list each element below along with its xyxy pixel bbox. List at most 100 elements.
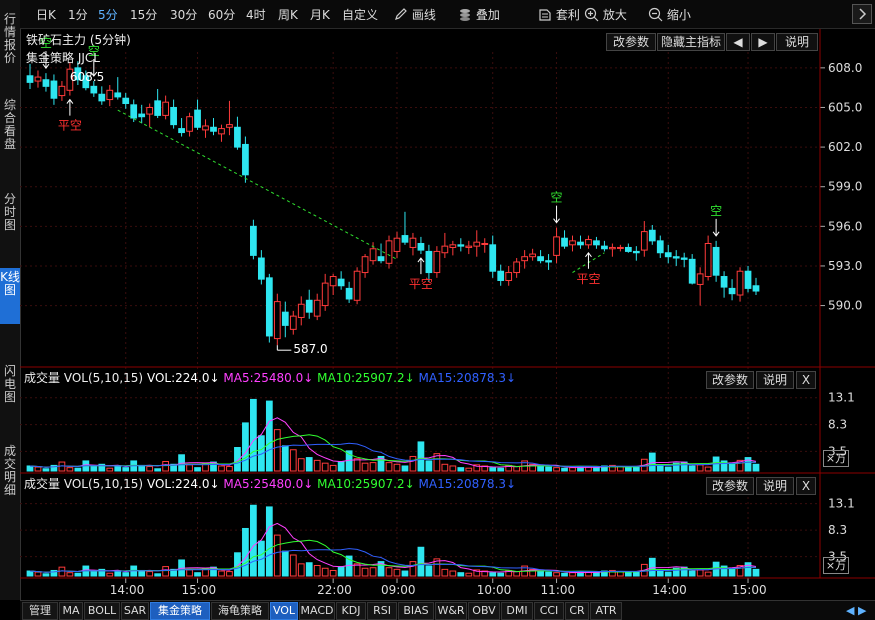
sub2-help-button[interactable]: 说明 [756, 477, 794, 495]
price-tick-label: 605.0 [828, 100, 862, 114]
overlay-button[interactable]: 叠加 [458, 6, 500, 23]
edit-params-button[interactable]: 改参数 [606, 33, 656, 51]
volume-bar [194, 467, 201, 472]
volume-bar [497, 572, 505, 577]
volume-bar [162, 460, 169, 472]
volume-bar [194, 572, 201, 577]
zoom-out-button[interactable]: 缩小 [648, 6, 691, 23]
sub1-edit-params-button[interactable]: 改参数 [706, 371, 754, 389]
arbitrage-button[interactable]: 套利 [538, 6, 580, 23]
indicator-tab-8[interactable]: KDJ [336, 602, 366, 620]
volume-bar [337, 566, 345, 577]
arbitrage-icon [539, 9, 551, 21]
candle-body [170, 106, 177, 126]
period-month[interactable]: 月K [310, 6, 330, 23]
volume-panel-2: 13.18.33.5 [20, 497, 855, 577]
indicator-tab-12[interactable]: OBV [468, 602, 500, 620]
help-button[interactable]: 说明 [776, 33, 818, 51]
indicator-tab-13[interactable]: DMI [501, 602, 533, 620]
sidebar-item-timeshare[interactable]: 分时图 [0, 190, 20, 241]
sidebar-item-kline[interactable]: K线图 [0, 268, 20, 324]
time-tick-label: 22:00 [317, 583, 352, 597]
period-1m[interactable]: 1分 [68, 6, 88, 23]
volume-bar [313, 565, 321, 577]
draw-line-button[interactable]: 画线 [394, 6, 436, 23]
indicator-tab-15[interactable]: CR [565, 602, 589, 620]
volume-bar [417, 546, 425, 577]
sub1-close-button[interactable]: X [796, 371, 816, 389]
indicator-tab-11[interactable]: W&R [435, 602, 467, 620]
volume-bar [321, 567, 329, 577]
volume-bar [361, 567, 369, 577]
candle-body [648, 229, 656, 242]
volume-bar [114, 570, 122, 577]
period-week[interactable]: 周K [278, 6, 298, 23]
indicator-tab-14[interactable]: CCI [534, 602, 564, 620]
volume-bar [74, 467, 82, 472]
indicator-tab-10[interactable]: BIAS [398, 602, 434, 620]
candle-body [345, 287, 353, 300]
volume-bar [449, 570, 457, 577]
volume-unit-label: ×万 [823, 557, 849, 574]
period-4h[interactable]: 4时 [246, 6, 266, 23]
period-5m[interactable]: 5分 [98, 6, 118, 23]
volume-legend-2: 成交量 VOL(5,10,15) VOL:224.0↓ MA5:25480.0↓… [24, 475, 516, 492]
volume-bar [146, 571, 154, 577]
candle-body [409, 237, 417, 248]
legend-ma15: MA15:20878.3↓ [418, 371, 517, 385]
candle-body [417, 242, 425, 251]
next-button[interactable]: ▶ [751, 33, 775, 51]
period-15m[interactable]: 15分 [130, 6, 157, 23]
sidebar-item-overview[interactable]: 综合看盘 [0, 96, 20, 162]
candle-body [553, 236, 560, 256]
legend-ma15: MA15:20878.3↓ [418, 477, 517, 491]
volume-bar [66, 572, 74, 577]
candle-body [130, 104, 138, 119]
volume-bar [369, 462, 377, 472]
time-tick-label: 14:00 [652, 583, 687, 597]
sidebar-item-flash[interactable]: 闪电图 [0, 362, 20, 413]
period-custom[interactable]: 自定义 [342, 6, 378, 23]
volume-bar [361, 462, 369, 472]
indicator-tab-2[interactable]: BOLL [84, 602, 120, 620]
signal-cover-label: 平空 [58, 119, 82, 133]
indicator-tab-4[interactable]: 集金策略 [150, 602, 210, 620]
volume-bar [218, 465, 225, 472]
volume-bar [42, 573, 50, 577]
indicator-tab-3[interactable]: SAR [121, 602, 149, 620]
candle-body [401, 235, 409, 243]
zoom-in-button[interactable]: 放大 [584, 6, 627, 23]
period-day[interactable]: 日K [36, 6, 56, 23]
indicator-tab-16[interactable]: ATR [590, 602, 622, 620]
indicator-tab-9[interactable]: RSI [367, 602, 397, 620]
trend-lines [117, 109, 605, 273]
candle-body [489, 244, 497, 272]
indicator-tab-5[interactable]: 海龟策略 [211, 602, 269, 620]
collapse-button[interactable] [852, 4, 872, 24]
candle-body [186, 116, 193, 132]
sidebar-item-trades[interactable]: 成交明细 [0, 442, 20, 508]
indicator-tab-7[interactable]: MACD [299, 602, 335, 620]
volume-bar [329, 464, 337, 472]
prev-button[interactable]: ◀ [726, 33, 750, 51]
hide-indicator-button[interactable]: 隐藏主指标 [657, 33, 725, 51]
tab-scroll-arrows[interactable]: ◀ ▶ [846, 604, 866, 617]
time-axis: 14:00 15:00 22:00 09:00 10:00 11:00 14:00 15:00 [110, 578, 767, 597]
volume-bar [226, 466, 233, 472]
zoom-in-icon [584, 7, 599, 22]
sub1-help-button[interactable]: 说明 [756, 371, 794, 389]
indicator-tab-0[interactable]: 管理 [22, 602, 58, 620]
price-tick-label: 599.0 [828, 180, 862, 194]
period-30m[interactable]: 30分 [170, 6, 197, 23]
sidebar-item-quotes[interactable]: 行情报价 [0, 10, 20, 76]
signal-short-label: 空 [710, 204, 722, 218]
indicator-tab-1[interactable]: MA [59, 602, 83, 620]
indicator-tab-6[interactable]: VOL [270, 602, 298, 620]
volume-bar [273, 429, 281, 472]
sub2-edit-params-button[interactable]: 改参数 [706, 477, 754, 495]
period-60m[interactable]: 60分 [208, 6, 235, 23]
candle-body [337, 278, 345, 287]
volume-bar [425, 565, 433, 577]
candle-body [138, 113, 146, 118]
sub2-close-button[interactable]: X [796, 477, 816, 495]
